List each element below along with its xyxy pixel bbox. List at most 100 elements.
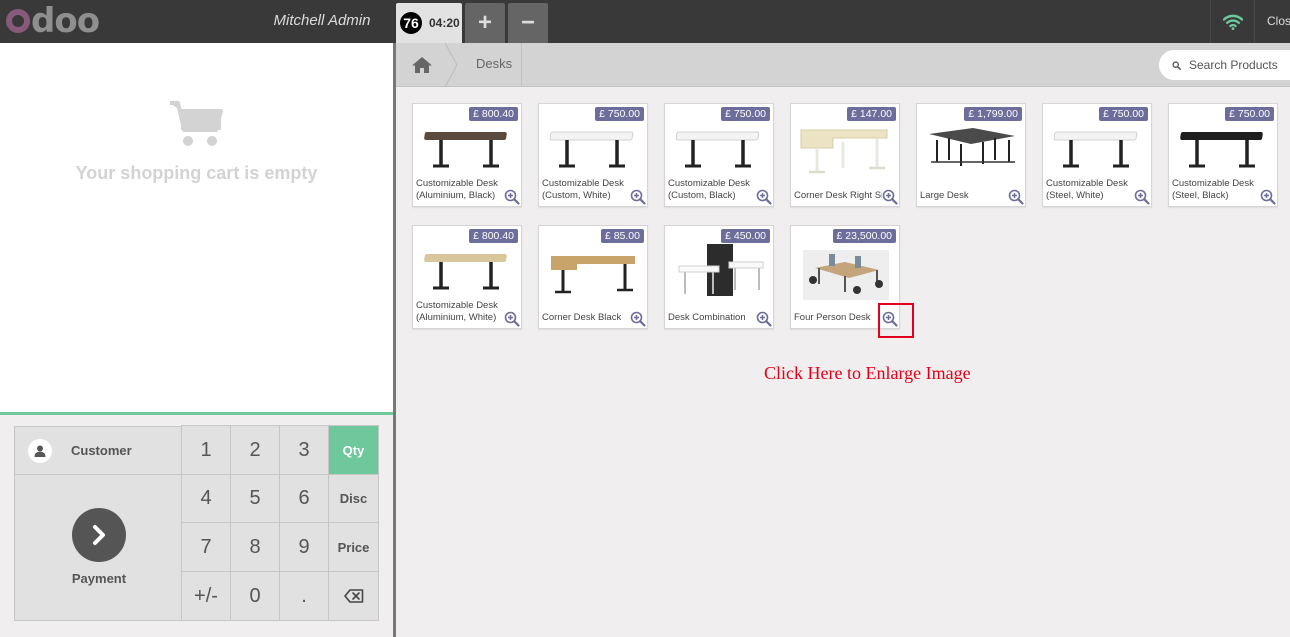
breadcrumb-category-desks[interactable]: Desks (476, 56, 512, 71)
product-image (800, 129, 888, 174)
product-name: Customizable Desk (Custom, White) (542, 178, 624, 201)
product-image (1180, 132, 1263, 168)
connection-status[interactable] (1210, 0, 1254, 43)
zoom-in-icon[interactable] (504, 189, 520, 205)
product-image (551, 256, 635, 294)
numpad-key-8[interactable]: 8 (230, 522, 280, 572)
product-screen: Desks £ 800.40 Customizable Desk (Alumini… (396, 43, 1290, 637)
product-tile[interactable]: £ 450.00 Desk Combination (664, 225, 774, 329)
highlight-box (878, 303, 914, 338)
logo-wordmark: doo (31, 1, 100, 41)
user-icon (28, 438, 52, 463)
product-price-tag: £ 23,500.00 (832, 229, 896, 243)
home-button[interactable] (396, 43, 448, 87)
action-pad: Customer Payment 1 2 3 Qty 4 5 6 Disc 7 … (14, 425, 379, 621)
numpad-key-dot[interactable]: . (279, 571, 329, 621)
product-price-tag: £ 800.40 (469, 229, 518, 243)
numpad-key-5[interactable]: 5 (230, 474, 280, 523)
payment-label: Payment (71, 571, 127, 586)
product-price-tag: £ 450.00 (721, 229, 770, 243)
numpad-key-6[interactable]: 6 (279, 474, 329, 523)
numpad-key-9[interactable]: 9 (279, 522, 329, 572)
product-name: Customizable Desk (Aluminium, Black) (416, 178, 498, 201)
left-pane: Your shopping cart is empty Customer Pay… (0, 43, 396, 637)
product-tile[interactable]: £ 750.00 Customizable Desk (Custom, Black… (664, 103, 774, 207)
product-image (549, 131, 634, 168)
numpad-key-plus-minus[interactable]: +/- (181, 571, 231, 621)
zoom-in-icon[interactable] (1008, 189, 1024, 205)
zoom-in-icon[interactable] (882, 189, 898, 205)
product-name: Four Person Desk (794, 312, 871, 323)
product-tile[interactable]: £ 85.00 Corner Desk Black (538, 225, 648, 329)
order-lines-area: Your shopping cart is empty (0, 43, 393, 415)
product-tile[interactable]: £ 1,799.00 Large Desk (916, 103, 1026, 207)
zoom-in-icon[interactable] (756, 189, 772, 205)
product-price-tag: £ 750.00 (721, 107, 770, 121)
zoom-in-icon[interactable] (756, 311, 772, 327)
product-tile[interactable]: £ 147.00 Corner Desk Right Sit (790, 103, 900, 207)
zoom-in-icon[interactable] (1134, 189, 1150, 205)
delete-order-button[interactable]: − (508, 3, 548, 43)
product-name: Large Desk (920, 190, 969, 201)
product-price-tag: £ 750.00 (1225, 107, 1274, 121)
product-price-tag: £ 800.40 (469, 107, 518, 121)
product-image (803, 250, 889, 300)
product-name: Customizable Desk (Steel, Black) (1172, 178, 1254, 201)
product-image (1053, 131, 1138, 168)
numpad-key-7[interactable]: 7 (181, 522, 231, 572)
search-icon (1172, 60, 1181, 70)
logo-o-mark (6, 9, 30, 33)
breadcrumb: Desks (396, 43, 1290, 87)
product-name: Corner Desk Black (542, 312, 622, 323)
close-button[interactable]: Close (1254, 0, 1290, 43)
search-box[interactable] (1159, 50, 1290, 80)
product-tile[interactable]: £ 750.00 Customizable Desk (Steel, Black) (1168, 103, 1278, 207)
product-price-tag: £ 85.00 (600, 229, 644, 243)
product-tile[interactable]: £ 750.00 Customizable Desk (Custom, White… (538, 103, 648, 207)
product-name: Customizable Desk (Custom, Black) (668, 178, 750, 201)
numpad-key-0[interactable]: 0 (230, 571, 280, 621)
numpad-key-2[interactable]: 2 (230, 425, 280, 475)
order-tab[interactable]: 76 04:20 (396, 3, 462, 43)
new-order-button[interactable]: + (465, 3, 505, 43)
product-tile[interactable]: £ 800.40 Customizable Desk (Aluminium, Wh… (412, 225, 522, 329)
product-image (678, 244, 764, 296)
zoom-in-icon[interactable] (1260, 189, 1276, 205)
backspace-button[interactable] (328, 571, 379, 621)
odoo-logo: doo (6, 1, 100, 41)
numpad-key-3[interactable]: 3 (279, 425, 329, 475)
product-image (929, 128, 1015, 166)
mode-qty-button[interactable]: Qty (328, 425, 379, 475)
user-name[interactable]: Mitchell Admin (262, 12, 382, 29)
numpad: 1 2 3 Qty 4 5 6 Disc 7 8 9 Price +/- 0 . (181, 425, 379, 621)
mode-price-button[interactable]: Price (328, 522, 379, 572)
customer-label: Customer (71, 443, 132, 458)
product-image (424, 132, 507, 168)
product-name: Desk Combination (668, 312, 746, 323)
home-icon (412, 57, 432, 73)
zoom-in-icon[interactable] (630, 311, 646, 327)
numpad-key-4[interactable]: 4 (181, 474, 231, 523)
chevron-right-icon (72, 508, 126, 562)
product-price-tag: £ 1,799.00 (964, 107, 1022, 121)
top-bar: doo Mitchell Admin 76 04:20 + − Close (0, 0, 1290, 43)
search-input[interactable] (1189, 58, 1290, 72)
payment-button[interactable]: Payment (14, 475, 182, 621)
zoom-in-icon[interactable] (504, 311, 520, 327)
product-tile[interactable]: £ 800.40 Customizable Desk (Aluminium, Bl… (412, 103, 522, 207)
product-tile[interactable]: £ 750.00 Customizable Desk (Steel, White) (1042, 103, 1152, 207)
breadcrumb-separator (444, 43, 458, 87)
product-image (675, 131, 760, 168)
numpad-key-1[interactable]: 1 (181, 425, 231, 475)
order-number: 76 (400, 12, 422, 34)
order-time: 04:20 (429, 16, 460, 30)
annotation-note: Click Here to Enlarge Image (764, 363, 971, 383)
product-price-tag: £ 750.00 (595, 107, 644, 121)
product-image (424, 254, 507, 290)
product-name: Corner Desk Right Sit (794, 190, 882, 201)
mode-disc-button[interactable]: Disc (328, 474, 379, 523)
customer-button[interactable]: Customer (14, 426, 182, 475)
breadcrumb-divider (521, 43, 522, 87)
shopping-cart-icon (170, 101, 223, 146)
zoom-in-icon[interactable] (630, 189, 646, 205)
